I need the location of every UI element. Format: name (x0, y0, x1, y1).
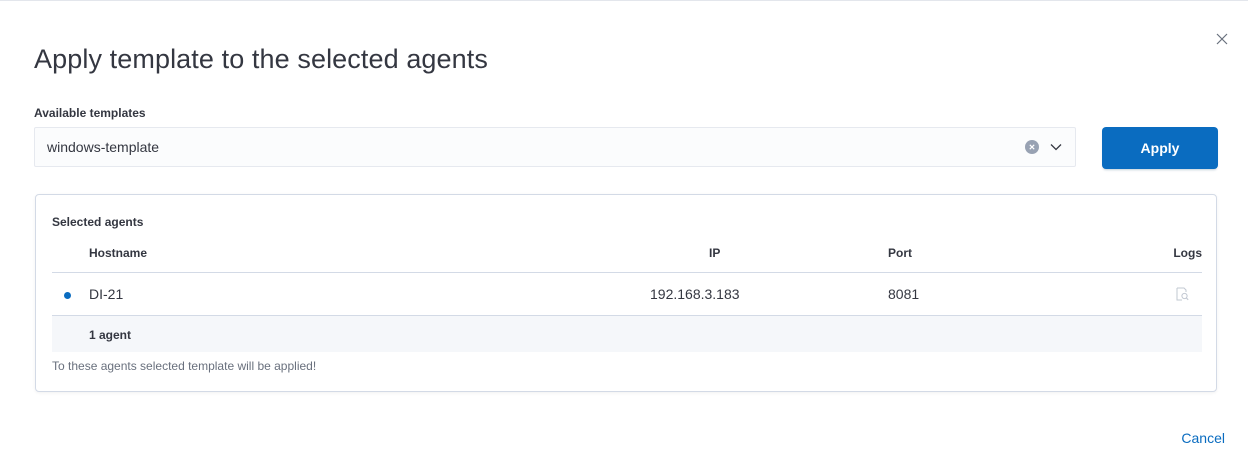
column-header-hostname[interactable]: Hostname (89, 246, 147, 260)
logs-search-icon[interactable] (1174, 286, 1190, 302)
helper-text: To these agents selected template will b… (52, 359, 317, 373)
status-dot-icon (64, 292, 71, 299)
cell-hostname: DI-21 (89, 286, 124, 302)
apply-button[interactable]: Apply (1102, 127, 1218, 169)
column-header-ip[interactable]: IP (709, 246, 720, 260)
selected-agents-panel: Selected agents Hostname IP Port Logs DI… (35, 194, 1217, 392)
table-header: Hostname IP Port Logs (52, 233, 1202, 273)
template-combobox[interactable]: windows-template (34, 127, 1076, 167)
apply-template-modal: Apply template to the selected agents Av… (0, 0, 1248, 476)
template-combobox-value[interactable]: windows-template (47, 139, 1025, 155)
table-row[interactable]: DI-21 192.168.3.183 8081 (52, 273, 1202, 316)
chevron-down-icon[interactable] (1049, 140, 1063, 154)
cell-ip: 192.168.3.183 (650, 286, 740, 302)
clear-icon[interactable] (1025, 140, 1039, 154)
modal-title: Apply template to the selected agents (34, 44, 488, 74)
table-footer: 1 agent (52, 316, 1202, 352)
cancel-button[interactable]: Cancel (1181, 430, 1225, 446)
cell-port: 8081 (888, 286, 920, 302)
close-icon[interactable] (1212, 29, 1232, 49)
column-header-port[interactable]: Port (888, 246, 912, 260)
agents-table: Hostname IP Port Logs DI-21 192.168.3.18… (52, 233, 1202, 352)
panel-title: Selected agents (52, 215, 144, 229)
column-header-logs: Logs (1173, 246, 1202, 260)
agent-count: 1 agent (89, 328, 132, 342)
template-field-label: Available templates (34, 106, 146, 120)
